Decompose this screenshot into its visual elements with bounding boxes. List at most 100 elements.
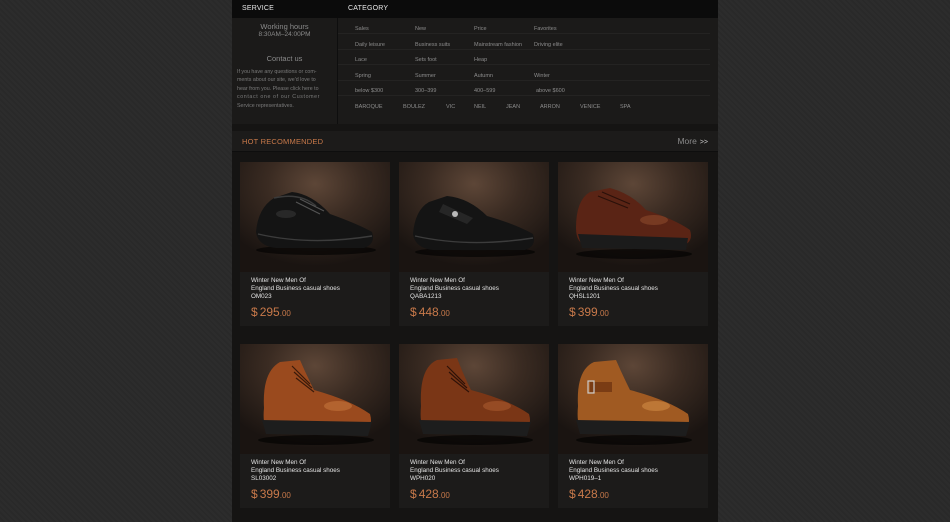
product-photo[interactable] bbox=[399, 162, 549, 272]
working-hours-label: Working hours bbox=[260, 22, 309, 31]
category-link-lace[interactable]: Lace bbox=[355, 57, 367, 63]
product-title-line2[interactable]: England Business casual shoes bbox=[410, 285, 499, 292]
price-decimal: .00 bbox=[279, 309, 291, 318]
category-link-mainstream-fashion[interactable]: Mainstream fashion bbox=[474, 42, 522, 48]
category-link-summer[interactable]: Summer bbox=[415, 73, 436, 79]
price-currency: $ bbox=[569, 305, 576, 319]
product-code: OM023 bbox=[251, 293, 272, 300]
price-currency: $ bbox=[410, 487, 417, 501]
brand-link-vic[interactable]: VIC bbox=[446, 104, 455, 110]
hot-recommended-bar: HOT RECOMMENDED More >> bbox=[232, 131, 718, 152]
category-title: CATEGORY bbox=[348, 5, 389, 12]
product-photo[interactable] bbox=[240, 344, 390, 454]
brown-derby-shoe-icon bbox=[576, 188, 692, 259]
contact-text-line[interactable]: hear from you. Please click here to bbox=[237, 85, 334, 93]
product-title-line2[interactable]: England Business casual shoes bbox=[569, 285, 658, 292]
category-link-autumn[interactable]: Autumn bbox=[474, 73, 493, 79]
store-page: SERVICE CATEGORY Working hours 8:30AM–24… bbox=[232, 0, 718, 522]
price-decimal: .00 bbox=[597, 491, 609, 500]
category-link-winter[interactable]: Winter bbox=[534, 73, 550, 79]
brand-link-baroque[interactable]: BAROQUE bbox=[355, 104, 383, 110]
category-link-business-suits[interactable]: Business suits bbox=[415, 42, 450, 48]
brand-link-neil[interactable]: NEIL bbox=[474, 104, 486, 110]
more-link[interactable]: More >> bbox=[677, 136, 708, 146]
product-price: $295.00 bbox=[251, 303, 291, 321]
product-price: $399.00 bbox=[251, 485, 291, 503]
product-title-line2[interactable]: England Business casual shoes bbox=[569, 467, 658, 474]
product-title-line2[interactable]: England Business casual shoes bbox=[410, 467, 499, 474]
contact-text: If you have any questions or com- ments … bbox=[237, 68, 334, 110]
category-link-daily-leisure[interactable]: Daily leisure bbox=[355, 42, 385, 48]
black-lace-up-shoe-icon bbox=[256, 192, 376, 255]
working-hours-value: 8:30AM–24:00PM bbox=[258, 31, 311, 38]
category-link-sets-foot[interactable]: Sets foot bbox=[415, 57, 437, 63]
price-integer: 295 bbox=[259, 305, 280, 319]
product-photo[interactable] bbox=[558, 344, 708, 454]
category-link-300-399[interactable]: 300–399 bbox=[415, 88, 436, 94]
contact-us-link[interactable]: Contact us bbox=[232, 54, 337, 63]
hot-recommended-title: HOT RECOMMENDED bbox=[242, 137, 324, 146]
service-panel: Working hours 8:30AM–24:00PM Contact us … bbox=[232, 18, 338, 124]
price-currency: $ bbox=[569, 487, 576, 501]
price-integer: 448 bbox=[418, 305, 439, 319]
price-currency: $ bbox=[251, 487, 258, 501]
brand-link-arron[interactable]: ARRON bbox=[540, 104, 560, 110]
contact-text-line: If you have any questions or com- bbox=[237, 69, 317, 75]
category-link-above-600[interactable]: above $600 bbox=[536, 88, 565, 94]
category-link-below-300[interactable]: below $300 bbox=[355, 88, 383, 94]
more-arrow-icon: >> bbox=[699, 139, 708, 146]
product-card[interactable]: Winter New Men Of England Business casua… bbox=[399, 344, 549, 508]
category-link-driving-elite[interactable]: Driving elite bbox=[534, 42, 563, 48]
product-photo[interactable] bbox=[399, 344, 549, 454]
brand-link-boulez[interactable]: BOULEZ bbox=[403, 104, 425, 110]
product-title-line1[interactable]: Winter New Men Of bbox=[569, 459, 624, 466]
product-card[interactable]: Winter New Men Of England Business casua… bbox=[558, 162, 708, 326]
product-photo[interactable] bbox=[558, 162, 708, 272]
brand-link-spa[interactable]: SPA bbox=[620, 104, 631, 110]
category-row: BAROQUE BOULEZ VIC NEIL JEAN ARRON VENIC… bbox=[338, 96, 710, 111]
product-price: $399.00 bbox=[569, 303, 609, 321]
price-decimal: .00 bbox=[279, 491, 291, 500]
tan-buckle-boot-icon bbox=[576, 360, 692, 445]
category-link-new[interactable]: New bbox=[415, 26, 426, 32]
product-price: $448.00 bbox=[410, 303, 450, 321]
brand-link-jean[interactable]: JEAN bbox=[506, 104, 520, 110]
price-decimal: .00 bbox=[438, 309, 450, 318]
product-price: $428.00 bbox=[569, 485, 609, 503]
contact-text-line: Service representatives. bbox=[237, 102, 294, 109]
category-link-heap[interactable]: Heap bbox=[474, 57, 487, 63]
category-link-favorites[interactable]: Favorites bbox=[534, 26, 557, 32]
product-code: WPH020 bbox=[410, 475, 436, 482]
category-link-400-599[interactable]: 400–599 bbox=[474, 88, 495, 94]
product-title-line1[interactable]: Winter New Men Of bbox=[569, 277, 624, 284]
category-row: Daily leisure Business suits Mainstream … bbox=[338, 34, 710, 50]
category-row: Sales New Price Favorites bbox=[338, 18, 710, 34]
price-decimal: .00 bbox=[438, 491, 450, 500]
product-title-line1[interactable]: Winter New Men Of bbox=[251, 459, 306, 466]
contact-text-line[interactable]: contact one of our Customer bbox=[237, 93, 334, 101]
price-integer: 428 bbox=[418, 487, 439, 501]
product-title-line2[interactable]: England Business casual shoes bbox=[251, 467, 340, 474]
contact-text-line: ments about our site, we'd love to bbox=[237, 77, 316, 84]
product-title-line1[interactable]: Winter New Men Of bbox=[251, 277, 306, 284]
price-integer: 399 bbox=[259, 487, 280, 501]
product-code: QABA1213 bbox=[410, 293, 442, 300]
category-link-sales[interactable]: Sales bbox=[355, 26, 369, 32]
product-card[interactable]: Winter New Men Of England Business casua… bbox=[399, 162, 549, 326]
tan-lace-up-boot-icon bbox=[258, 360, 374, 445]
brown-lace-up-boot-icon bbox=[417, 358, 533, 445]
category-row: Spring Summer Autumn Winter bbox=[338, 65, 710, 81]
category-link-spring[interactable]: Spring bbox=[355, 73, 371, 79]
product-card[interactable]: Winter New Men Of England Business casua… bbox=[240, 344, 390, 508]
price-integer: 428 bbox=[577, 487, 598, 501]
product-card[interactable]: Winter New Men Of England Business casua… bbox=[240, 162, 390, 326]
product-card[interactable]: Winter New Men Of England Business casua… bbox=[558, 344, 708, 508]
product-title-line1[interactable]: Winter New Men Of bbox=[410, 277, 465, 284]
product-title-line2[interactable]: England Business casual shoes bbox=[251, 285, 340, 292]
product-title-line1[interactable]: Winter New Men Of bbox=[410, 459, 465, 466]
more-label: More bbox=[677, 136, 697, 146]
category-link-price[interactable]: Price bbox=[474, 26, 487, 32]
price-currency: $ bbox=[410, 305, 417, 319]
brand-link-venice[interactable]: VENICE bbox=[580, 104, 600, 110]
product-photo[interactable] bbox=[240, 162, 390, 272]
